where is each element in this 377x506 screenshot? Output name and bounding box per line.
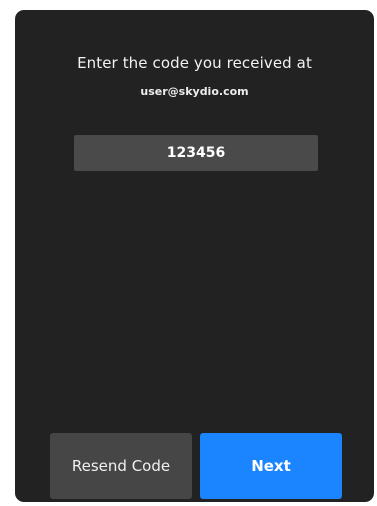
resend-code-button[interactable]: Resend Code: [50, 433, 192, 499]
verification-panel: Enter the code you received at user@skyd…: [15, 10, 374, 502]
prompt-title: Enter the code you received at: [77, 54, 312, 72]
verification-code-input[interactable]: [74, 135, 318, 171]
prompt-email: user@skydio.com: [140, 85, 249, 98]
next-button[interactable]: Next: [200, 433, 342, 499]
